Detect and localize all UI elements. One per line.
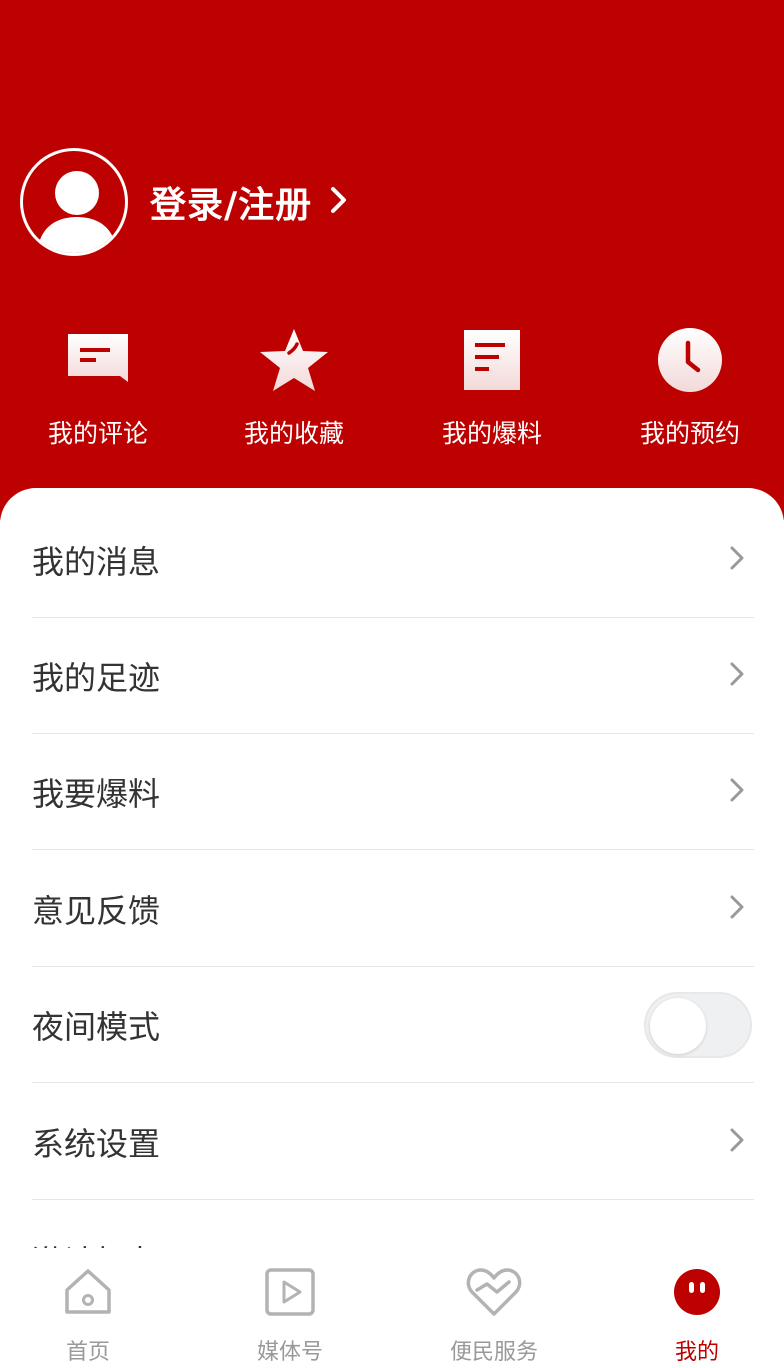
menu-item-label: 意见反馈: [32, 891, 161, 930]
quick-action-reservations[interactable]: 我的预约: [592, 322, 784, 462]
chevron-right-icon: [730, 546, 744, 574]
bottom-tab-bar: 首页 媒体号 便民服务 我的: [0, 1248, 784, 1368]
tab-label: 媒体号: [256, 1340, 323, 1365]
tab-services[interactable]: 便民服务: [396, 1248, 592, 1368]
menu-item-label: 系统设置: [32, 1124, 161, 1163]
chevron-right-icon: [730, 895, 744, 923]
menu-item-settings[interactable]: 系统设置: [32, 1084, 754, 1200]
home-icon: [58, 1262, 118, 1322]
quick-action-label: 我的爆料: [441, 419, 542, 448]
menu-item-night-mode: 夜间模式: [32, 967, 754, 1083]
quick-action-label: 我的预约: [639, 419, 740, 448]
login-register-link[interactable]: 登录/注册: [150, 176, 348, 228]
menu-item-footprints[interactable]: 我的足迹: [32, 618, 754, 734]
tab-mine[interactable]: 我的: [599, 1248, 784, 1368]
document-icon: [454, 322, 530, 398]
tab-label: 便民服务: [449, 1340, 538, 1365]
video-play-icon: [260, 1262, 320, 1322]
quick-action-label: 我的评论: [47, 419, 148, 448]
menu-item-submit-report[interactable]: 我要爆料: [32, 734, 754, 850]
night-mode-toggle[interactable]: [644, 991, 752, 1058]
tab-media[interactable]: 媒体号: [192, 1248, 388, 1368]
quick-action-favorites[interactable]: 我的收藏: [196, 322, 392, 462]
menu-item-label: 我的足迹: [32, 658, 161, 697]
toggle-knob: [650, 997, 706, 1054]
chevron-right-icon: [730, 662, 744, 690]
chevron-right-icon: [730, 1128, 744, 1156]
quick-action-reports[interactable]: 我的爆料: [394, 322, 590, 462]
chevron-right-icon: [330, 186, 348, 218]
tab-home[interactable]: 首页: [0, 1248, 186, 1368]
profile-header: 登录/注册 我的评论 我的收藏 我的爆料 我的预约: [0, 0, 784, 520]
menu-item-messages[interactable]: 我的消息: [32, 502, 754, 618]
quick-action-comments[interactable]: 我的评论: [0, 322, 196, 462]
menu-item-label: 我的消息: [32, 542, 161, 581]
user-avatar-icon[interactable]: [20, 148, 128, 256]
tab-label: 我的: [674, 1340, 719, 1365]
tab-label: 首页: [65, 1340, 110, 1365]
clock-icon: [652, 322, 728, 398]
heart-service-icon: [464, 1262, 524, 1322]
login-register-label: 登录/注册: [150, 185, 313, 226]
chevron-right-icon: [730, 778, 744, 806]
menu-item-feedback[interactable]: 意见反馈: [32, 851, 754, 967]
menu-item-label: 我要爆料: [32, 774, 161, 813]
mine-face-icon: [667, 1262, 727, 1322]
menu-item-label: 夜间模式: [32, 1007, 161, 1046]
comment-icon: [60, 322, 136, 398]
quick-action-label: 我的收藏: [243, 419, 344, 448]
star-icon: [256, 322, 332, 398]
